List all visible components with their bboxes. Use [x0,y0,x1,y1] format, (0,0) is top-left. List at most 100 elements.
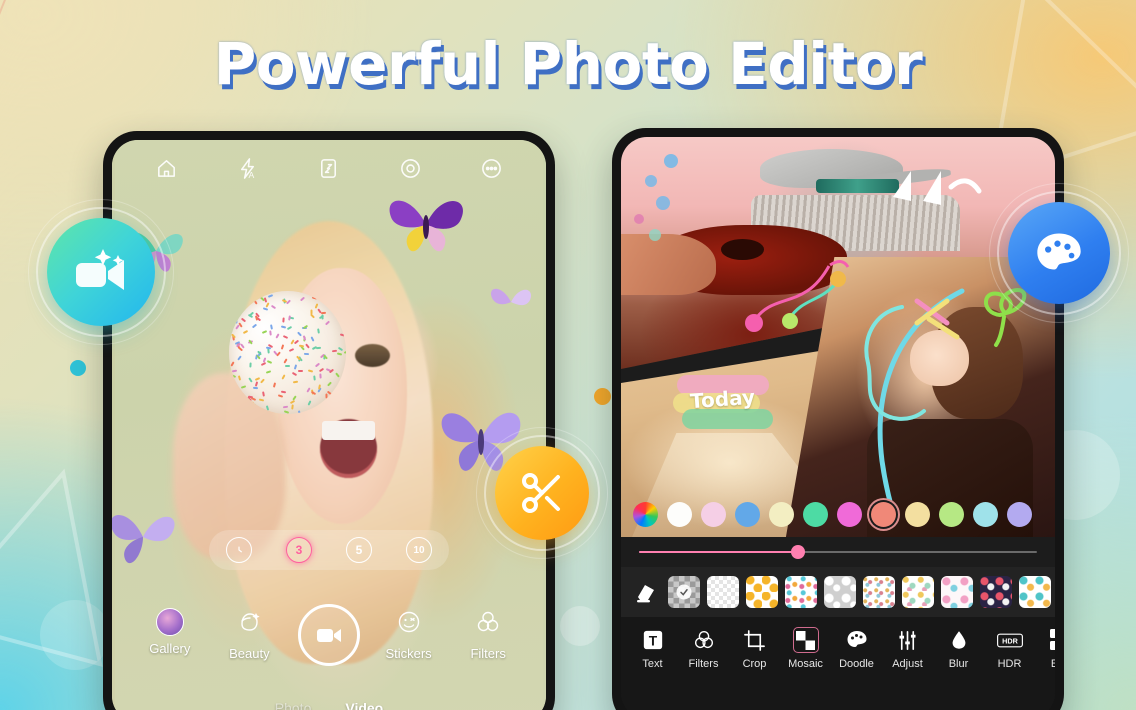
nav-item-shutter[interactable] [296,608,362,666]
nav-label-gallery: Gallery [149,641,190,656]
tool-label-hdr: HDR [998,658,1022,670]
camera-nav-row: Gallery Beauty Stickers Filters [112,608,546,674]
more-options-icon[interactable] [480,157,503,180]
butterfly-sticker-lavender-bottom [112,501,183,569]
color-swatch-magenta[interactable] [837,502,862,527]
tool-text[interactable]: T Text [627,627,678,670]
editor-phone-frame: Today T Text Filters Crop Mosaic Doodle … [612,128,1064,710]
eraser-icon[interactable] [631,577,661,607]
decor-dot-soft-3 [40,600,110,670]
pattern-pastel-flowers[interactable] [941,576,973,608]
butterfly-sticker-small-right [485,280,537,324]
tool-label-adjust: Adjust [892,658,923,670]
camera-mode-row: Photo Video [112,700,546,710]
subject-sunglasses [816,179,898,193]
editor-tool-bar[interactable]: T Text Filters Crop Mosaic Doodle Adjust… [621,617,1055,710]
badge-ring-outer2 [989,183,1129,323]
color-swatch-cream[interactable] [769,502,794,527]
badge-ring-outer2 [28,199,174,345]
tool-filters[interactable]: Filters [678,627,729,670]
timer-option-3[interactable]: 3 [286,537,312,563]
tool-label-blur: Blur [949,658,969,670]
color-swatch-yellow[interactable] [905,502,930,527]
timer-option-10[interactable]: 10 [406,537,432,563]
text-icon: T [640,627,666,653]
nav-item-filters[interactable]: Filters [455,608,521,661]
mosaic-pattern-strip[interactable] [621,567,1055,617]
tool-adjust[interactable]: Adjust [882,627,933,670]
nav-item-gallery[interactable]: Gallery [137,608,203,656]
mode-photo[interactable]: Photo [275,700,312,710]
tool-doodle[interactable]: Doodle [831,627,882,670]
shutter-video-icon[interactable] [298,604,360,666]
tool-blur[interactable]: Blur [933,627,984,670]
slider-knob[interactable] [791,545,805,559]
aspect-ratio-icon[interactable] [317,157,340,180]
badge-ring-outer2 [476,427,608,559]
subject-arm [621,234,716,294]
pattern-mosaic-light-check[interactable] [707,576,739,608]
svg-text:HDR: HDR [1002,636,1018,645]
pattern-teal-flowers[interactable] [1019,576,1051,608]
tool-crop[interactable]: Crop [729,627,780,670]
pattern-floral-light[interactable] [902,576,934,608]
nav-label-stickers: Stickers [385,646,431,661]
pattern-gray-bubbles[interactable] [824,576,856,608]
page-title: Powerful Photo Editor [0,30,1136,98]
hdr-icon: HDR [997,627,1023,653]
decor-dot-teal [70,360,86,376]
mode-video[interactable]: Video [345,700,383,710]
badge-video-editor[interactable] [47,218,155,326]
tool-label-filters: Filters [689,658,719,670]
nav-label-filters: Filters [470,646,505,661]
color-swatch-salmon[interactable] [871,502,896,527]
today-text-sticker[interactable]: Today [681,382,764,416]
tool-label-effects: Effe [1051,658,1055,670]
nav-label-beauty: Beauty [229,646,269,661]
gallery-thumb-icon [156,608,184,636]
home-icon[interactable] [155,157,178,180]
flip-camera-icon[interactable] [399,157,422,180]
color-swatch-cyan[interactable] [973,502,998,527]
tool-hdr[interactable]: HDR HDR [984,627,1035,670]
timer-option-5[interactable]: 5 [346,537,372,563]
color-swatch-purple[interactable] [1007,502,1032,527]
tool-label-doodle: Doodle [839,658,874,670]
slider-track[interactable] [639,551,1037,553]
guitar-soundhole [721,239,764,260]
timer-option-off[interactable] [226,537,252,563]
color-swatch-white[interactable] [667,502,692,527]
brush-size-slider[interactable] [621,537,1055,567]
filters-circles-icon [474,608,502,641]
blur-icon [946,627,972,653]
camera-top-toolbar: A [112,148,546,188]
pattern-dark-figures[interactable] [980,576,1012,608]
pattern-confetti-white[interactable] [785,576,817,608]
tool-effects[interactable]: Effe [1035,627,1055,670]
tool-mosaic[interactable]: Mosaic [780,627,831,670]
color-swatch-pink[interactable] [701,502,726,527]
color-swatch-rainbow[interactable] [633,502,658,527]
badge-paint-tool[interactable] [1008,202,1110,304]
tool-label-crop: Crop [743,658,767,670]
color-swatch-light-green[interactable] [939,502,964,527]
editor-screen: Today T Text Filters Crop Mosaic Doodle … [621,137,1055,710]
badge-cutout-tool[interactable] [495,446,589,540]
timer-options-bar: 3 5 10 [209,530,449,570]
tool-label-mosaic: Mosaic [788,658,823,670]
decor-dot-orange [594,388,611,405]
color-swatch-blue[interactable] [735,502,760,527]
pattern-selected-check-icon [677,585,692,600]
effects-icon [1048,627,1056,653]
pattern-sprinkles[interactable] [863,576,895,608]
nav-item-stickers[interactable]: Stickers [376,608,442,661]
flash-auto-icon[interactable]: A [236,157,259,180]
color-swatch-green[interactable] [803,502,828,527]
mosaic-icon [793,627,819,653]
nav-item-beauty[interactable]: Beauty [216,608,282,661]
collage-canvas[interactable]: Today [621,137,1055,537]
pattern-yellow-dots[interactable] [746,576,778,608]
svg-text:A: A [249,170,255,180]
decor-dot-soft-1 [560,606,600,646]
pattern-mosaic-gray-check[interactable] [668,576,700,608]
